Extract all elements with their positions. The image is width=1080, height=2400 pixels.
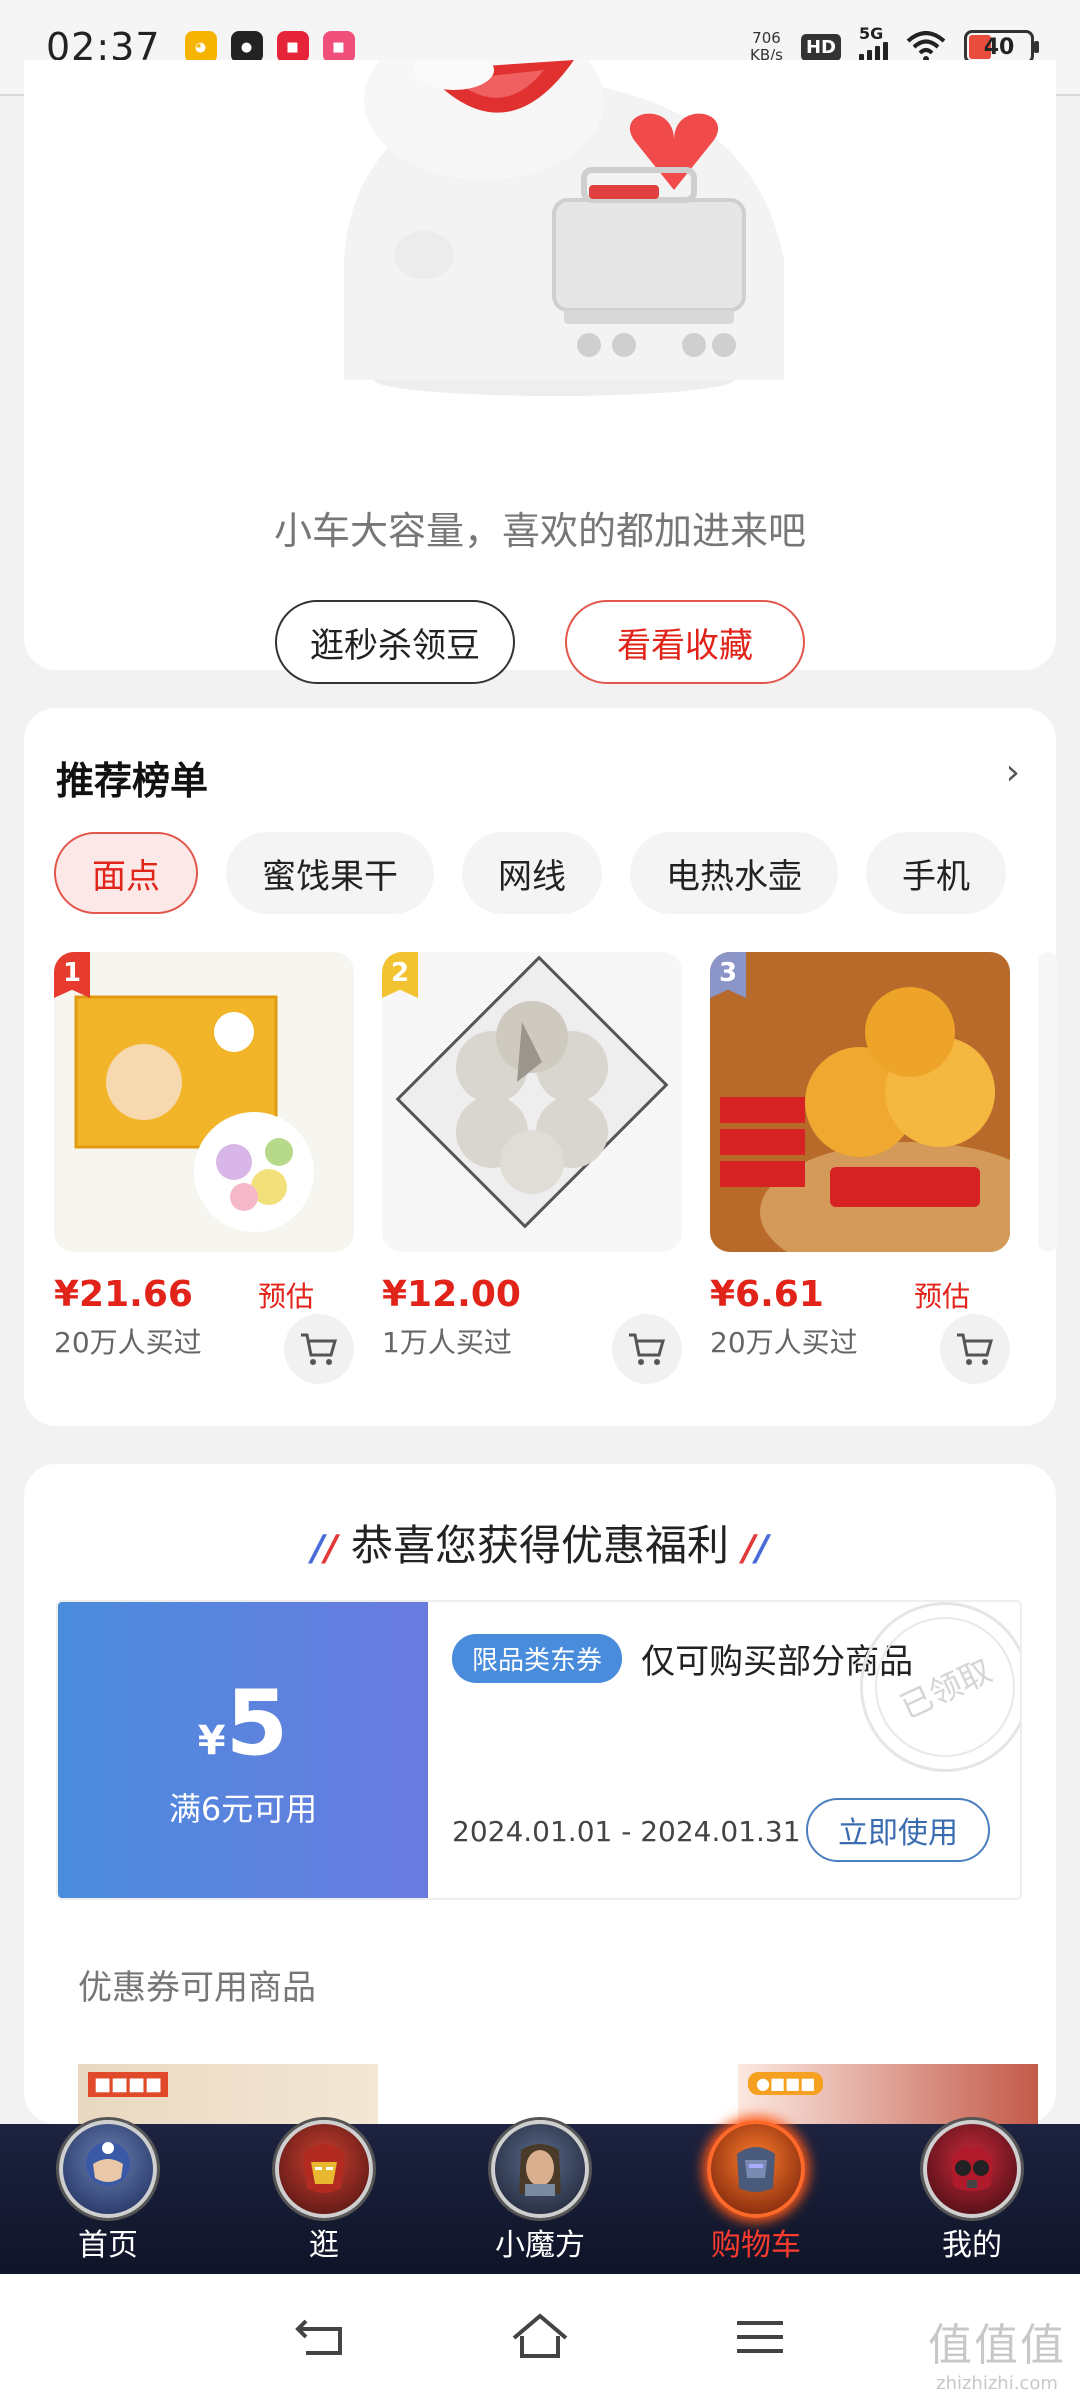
mine-avatar-icon	[923, 2120, 1021, 2218]
network-type: 5G	[859, 24, 884, 43]
notification-app-icon: ■	[322, 31, 355, 63]
tab-home[interactable]: 首页	[8, 2120, 208, 2274]
tab-mine-label: 我的	[942, 2228, 1002, 2263]
product-label-icon: ●■■■	[748, 2072, 824, 2095]
product-image-graphic	[382, 952, 682, 1252]
coupon-date-range: 2024.01.01 - 2024.01.31	[452, 1815, 801, 1848]
product-price: ¥6.61	[710, 1274, 824, 1315]
home-button[interactable]	[505, 2302, 575, 2372]
notification-app-icon: ■	[276, 31, 309, 63]
product-image-graphic	[710, 952, 1010, 1252]
recommend-title: 推荐榜单	[56, 759, 209, 803]
product-image-graphic	[54, 952, 354, 1252]
home-icon	[512, 2313, 568, 2358]
chevron-right-icon[interactable]: ›	[1006, 752, 1020, 793]
tab-magic-cube-label: 小魔方	[495, 2228, 585, 2263]
price-estimate-tag: 预估	[913, 1280, 970, 1313]
coupon-heading: // 恭喜您获得优惠福利 //	[24, 1512, 1056, 1573]
coupon-type-tag: 限品类东券	[452, 1634, 623, 1683]
decor-slash-icon: /	[755, 1528, 769, 1569]
tab-magic-cube[interactable]: 小魔方	[440, 2120, 640, 2274]
coupon-card: // 恭喜您获得优惠福利 // ¥ 5 满6元可用 限品类东券 仅可购买部分商品…	[24, 1464, 1056, 2124]
product-card[interactable]: 2 ¥12.00 1万人买过	[382, 952, 682, 1384]
magic-cube-avatar-icon	[491, 2120, 589, 2218]
network-speed-value: 706	[752, 29, 781, 47]
add-to-cart-button[interactable]	[940, 1314, 1010, 1384]
coupon-product-list: ■■■■ ●■■■	[78, 2064, 1038, 2124]
empty-cart-message: 小车大容量，喜欢的都加进来吧	[273, 509, 806, 553]
product-image[interactable]: 2	[382, 952, 682, 1252]
qq-penguin-icon: ●	[230, 31, 263, 63]
network-speed: 706 KB/s	[750, 30, 783, 64]
add-to-cart-button[interactable]	[284, 1314, 354, 1384]
coupon-condition: 满6元可用	[168, 1789, 318, 1828]
wifi-icon	[906, 31, 946, 62]
tab-cart[interactable]: 购物车	[656, 2120, 856, 2274]
claimed-stamp: 已领取	[832, 1602, 1020, 1800]
category-tabs: 面点 蜜饯果干 网线 电热水壶 手机	[54, 832, 1006, 914]
hd-icon: HD	[800, 33, 841, 61]
tab-cart-label: 购物车	[711, 2228, 801, 2263]
notification-app-icon: ◕	[184, 31, 217, 63]
product-card[interactable]: 3 ¥6.61 预估 20万人买过	[710, 952, 1010, 1384]
product-image[interactable]: 3	[710, 952, 1010, 1252]
category-tab[interactable]: 电热水壶	[630, 832, 838, 914]
category-tab[interactable]: 网线	[462, 832, 602, 914]
bottom-tab-bar: 首页 逛 小魔方 购物车 我的	[0, 2120, 1080, 2274]
category-tab[interactable]: 手机	[866, 832, 1006, 914]
tab-mine[interactable]: 我的	[872, 2120, 1072, 2274]
coupon-value-panel: ¥ 5 满6元可用	[58, 1602, 428, 1898]
system-navigation-bar: 值值值 zhizhizhi.com	[0, 2274, 1080, 2400]
product-label-icon: ■■■■	[88, 2072, 169, 2097]
decor-slash-icon: /	[742, 1528, 756, 1569]
tab-browse[interactable]: 逛	[224, 2120, 424, 2274]
product-card[interactable]: 1 ¥21.66 预估 20万人买过	[54, 952, 354, 1384]
battery-level: 40	[983, 34, 1015, 60]
cart-icon	[957, 1333, 993, 1365]
menu-button[interactable]	[725, 2302, 795, 2372]
menu-icon	[737, 2321, 783, 2353]
coupon-detail-panel: 限品类东券 仅可购买部分商品 已领取 2024.01.01 - 2024.01.…	[428, 1602, 1020, 1898]
notification-icons: ◕ ● ■ ■	[184, 31, 355, 63]
cart-icon	[629, 1333, 665, 1365]
coupon-products-title: 优惠券可用商品	[78, 1968, 316, 2008]
coupon-product-image[interactable]: ●■■■	[738, 2064, 1038, 2124]
decor-slash-icon: /	[311, 1528, 325, 1569]
coupon-currency: ¥	[197, 1717, 226, 1764]
empty-cart-card: 小车大容量，喜欢的都加进来吧 逛秒杀领豆 看看收藏	[24, 60, 1056, 684]
category-tab[interactable]: 面点	[54, 832, 198, 914]
coupon-product-image[interactable]: ■■■■	[78, 2064, 378, 2124]
category-tab[interactable]: 蜜饯果干	[226, 832, 434, 914]
decor-slash-icon: /	[324, 1528, 338, 1569]
empty-cart-illustration	[344, 60, 784, 396]
use-now-button[interactable]: 立即使用	[806, 1798, 990, 1862]
battery-icon: 40	[964, 30, 1039, 64]
product-list: 1 ¥21.66 预估 20万人买过 2 ¥12.00 1万人买过 3 ¥6.6…	[54, 952, 1058, 1384]
coupon-ticket[interactable]: ¥ 5 满6元可用 限品类东券 仅可购买部分商品 已领取 2024.01.01 …	[56, 1600, 1022, 1900]
tab-browse-label: 逛	[309, 2228, 339, 2263]
back-button[interactable]	[285, 2302, 355, 2372]
watermark-url: zhizhizhi.com	[936, 2373, 1058, 2394]
product-price: ¥21.66	[54, 1274, 193, 1315]
price-estimate-tag: 预估	[257, 1280, 314, 1313]
watermark: 值值值 zhizhizhi.com	[928, 2309, 1066, 2394]
view-favorites-button[interactable]: 看看收藏	[565, 600, 805, 684]
recommend-list-card: 推荐榜单 › 面点 蜜饯果干 网线 电热水壶 手机 1 ¥21.66 预估 20…	[24, 708, 1058, 1426]
cart-icon	[301, 1333, 337, 1365]
back-icon	[295, 2319, 342, 2355]
watermark-logo: 值值值	[928, 2320, 1066, 2371]
tab-home-label: 首页	[78, 2228, 138, 2263]
product-price: ¥12.00	[382, 1274, 521, 1315]
coupon-title: 恭喜您获得优惠福利	[350, 1521, 729, 1570]
add-to-cart-button[interactable]	[612, 1314, 682, 1384]
coupon-amount: 5	[225, 1670, 289, 1776]
product-card-partial[interactable]	[1038, 952, 1058, 1361]
browse-avatar-icon	[275, 2120, 373, 2218]
product-image[interactable]	[1038, 952, 1058, 1252]
seckill-button[interactable]: 逛秒杀领豆	[275, 600, 515, 684]
product-image[interactable]: 1	[54, 952, 354, 1252]
cart-avatar-icon	[707, 2120, 805, 2218]
signal-icon: 5G	[859, 24, 888, 64]
home-avatar-icon	[59, 2120, 157, 2218]
